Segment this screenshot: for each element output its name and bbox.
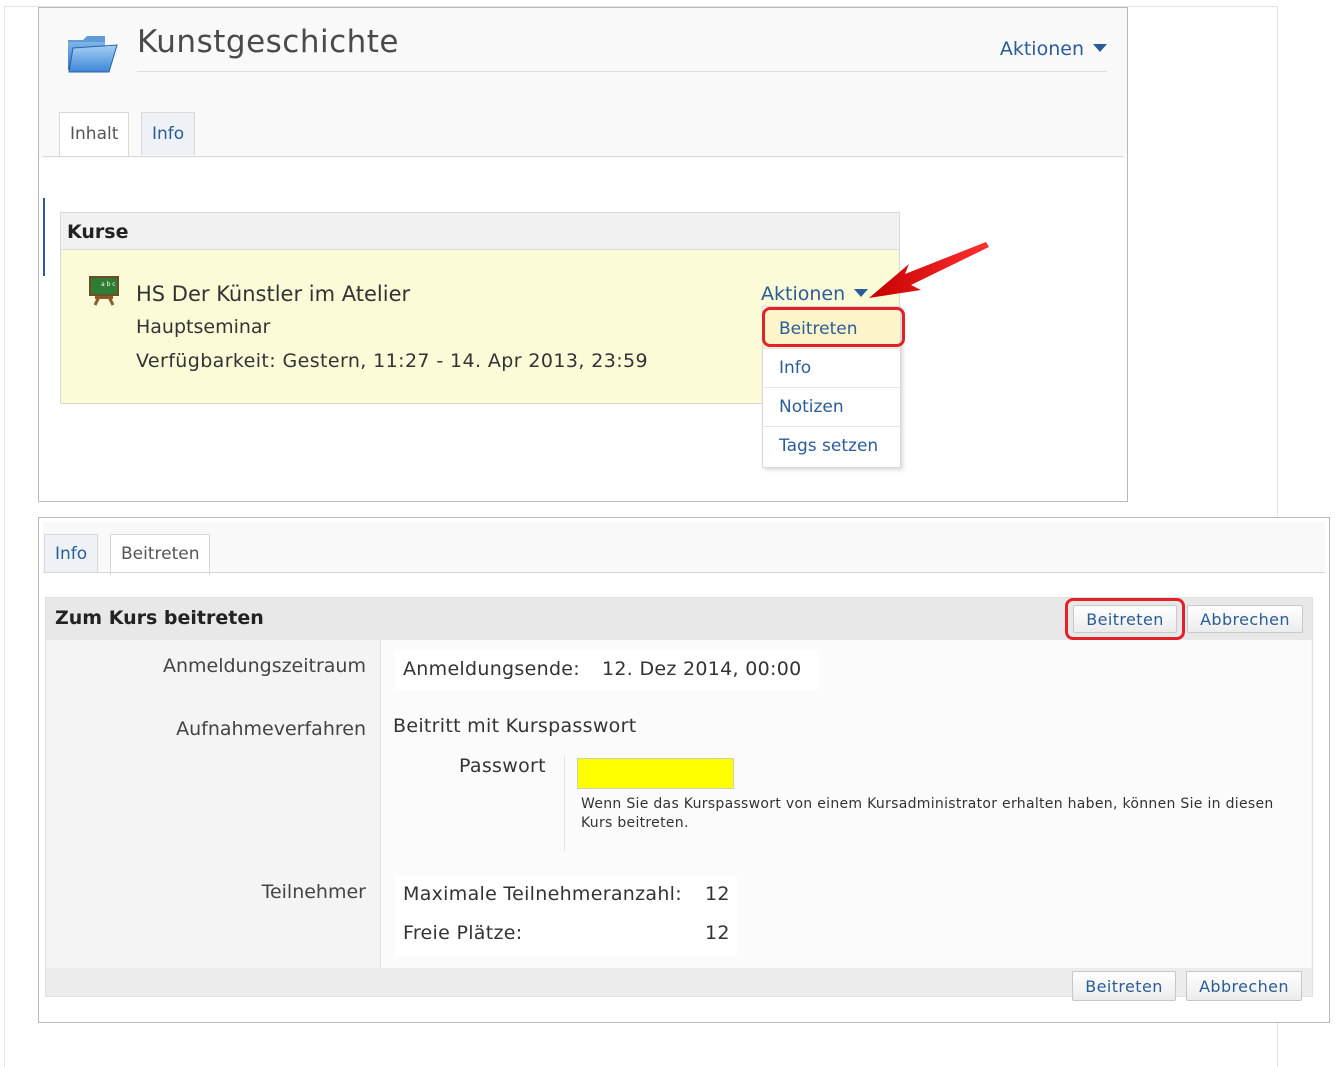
join-button-bottom[interactable]: Beitreten (1072, 971, 1176, 1001)
participants-box: Maximale Teilnehmeranzahl: 12 Freie Plät… (395, 875, 737, 957)
cancel-button-bottom[interactable]: Abbrechen (1186, 971, 1302, 1001)
admission-procedure-value: Beitritt mit Kurspasswort (393, 715, 637, 737)
cancel-button-top[interactable]: Abbrechen (1187, 605, 1303, 633)
menu-item-tags-setzen[interactable]: Tags setzen (763, 427, 900, 466)
registration-end-label: Anmeldungsende: (403, 658, 581, 680)
join-tabs-band: Info Beitreten (43, 522, 1325, 575)
admission-procedure-label: Aufnahmeverfahren (176, 718, 366, 740)
tab-divider (43, 156, 1123, 157)
registration-period-label: Anmeldungszeitraum (162, 655, 366, 677)
registration-end-value: 12. Dez 2014, 00:00 (602, 658, 802, 680)
left-focus-marker (43, 198, 45, 276)
menu-item-info[interactable]: Info (763, 349, 900, 388)
tab-divider (43, 572, 1325, 573)
password-divider (564, 755, 565, 851)
course-availability: Verfügbarkeit: Gestern, 11:27 - 14. Apr … (136, 350, 649, 372)
courses-block-header: Kurse (61, 213, 899, 250)
max-participants-label: Maximale Teilnehmeranzahl: (403, 883, 682, 905)
folder-icon (68, 36, 118, 73)
free-places-label: Freie Plätze: (403, 922, 523, 944)
menu-item-notizen[interactable]: Notizen (763, 388, 900, 427)
form-header: Zum Kurs beitreten Beitreten Abbrechen (46, 598, 1312, 640)
course-actions-label: Aktionen (761, 283, 846, 305)
course-category-panel: Kunstgeschichte Aktionen Inhalt Info Kur… (38, 7, 1128, 502)
form-labels-column: Anmeldungszeitraum Aufnahmeverfahren Tei… (46, 640, 381, 968)
course-title[interactable]: HS Der Künstler im Atelier (136, 282, 410, 306)
header-actions-label: Aktionen (999, 38, 1084, 60)
password-hint: Wenn Sie das Kurspasswort von einem Kurs… (581, 796, 1274, 831)
category-header: Kunstgeschichte Aktionen Inhalt Info (39, 8, 1127, 158)
form-title: Zum Kurs beitreten (55, 607, 264, 629)
join-course-panel: Info Beitreten Zum Kurs beitreten Beitre… (38, 517, 1330, 1023)
courses-block-title: Kurse (67, 221, 129, 243)
tab-info[interactable]: Info (141, 112, 196, 155)
registration-period-box: Anmeldungsende: 12. Dez 2014, 00:00 (395, 650, 819, 690)
tab-inhalt[interactable]: Inhalt (59, 112, 130, 157)
title-divider (137, 71, 1107, 72)
chalkboard-easel-icon: a b c (89, 276, 119, 306)
tab-beitreten[interactable]: Beitreten (110, 534, 211, 575)
svg-text:a b c: a b c (101, 281, 116, 288)
course-actions-menu[interactable]: Aktionen (761, 283, 869, 305)
tab-info[interactable]: Info (44, 534, 99, 573)
participants-label: Teilnehmer (261, 881, 366, 903)
header-actions-menu[interactable]: Aktionen (1000, 38, 1107, 60)
join-form: Zum Kurs beitreten Beitreten Abbrechen A… (45, 597, 1313, 997)
password-label: Passwort (459, 755, 546, 777)
chevron-down-icon (1093, 43, 1107, 52)
max-participants-value: 12 (705, 883, 730, 905)
red-arrow-icon (869, 242, 989, 298)
course-type: Hauptseminar (136, 316, 271, 338)
password-input[interactable] (577, 758, 734, 789)
highlight-ring (762, 307, 905, 347)
page-title: Kunstgeschichte (137, 24, 400, 60)
free-places-value: 12 (705, 922, 730, 944)
form-values-column: Anmeldungsende: 12. Dez 2014, 00:00 Beit… (381, 640, 1311, 968)
highlight-ring (1065, 598, 1185, 640)
